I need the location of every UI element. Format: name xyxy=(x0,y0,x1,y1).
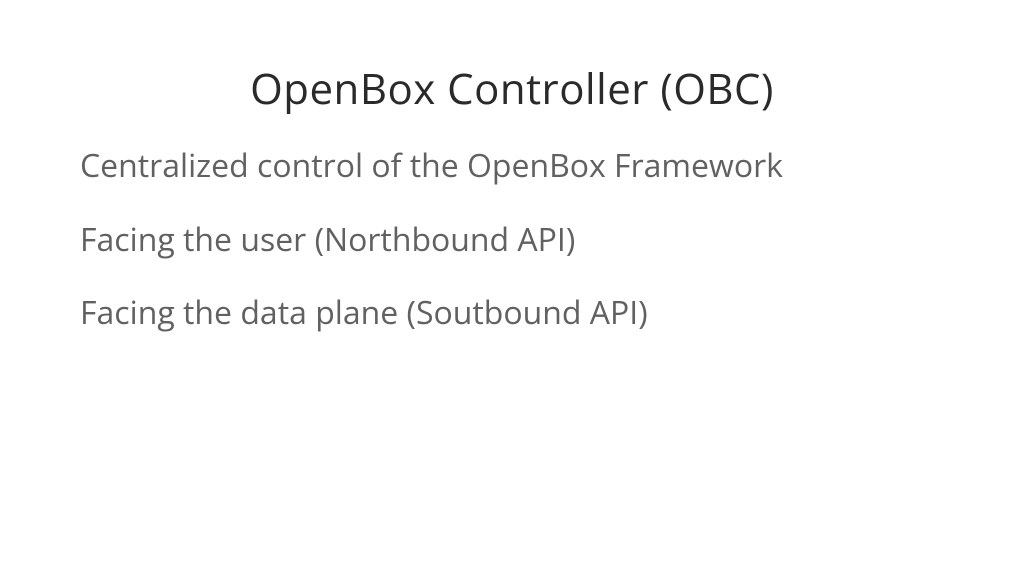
bullet-item: Facing the user (Northbound API) xyxy=(80,219,944,261)
slide-title: OpenBox Controller (OBC) xyxy=(80,60,944,117)
bullet-item: Facing the data plane (Soutbound API) xyxy=(80,292,944,334)
slide-container: OpenBox Controller (OBC) Centralized con… xyxy=(0,0,1024,576)
bullet-item: Centralized control of the OpenBox Frame… xyxy=(80,145,944,187)
